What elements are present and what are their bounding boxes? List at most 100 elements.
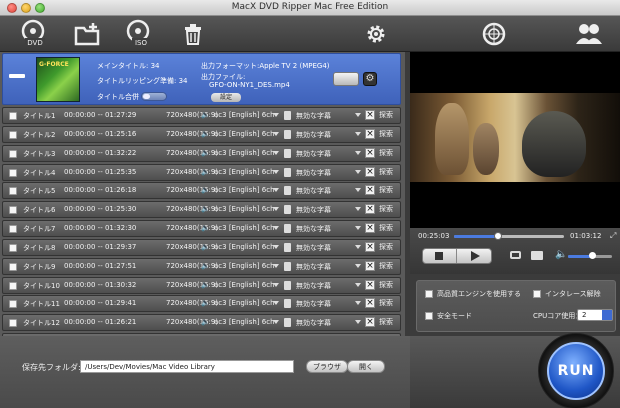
row-subtitle[interactable]: 無効な字幕 xyxy=(296,224,331,234)
cpu-core-select[interactable]: 2 xyxy=(577,309,613,321)
subtitle-dropdown-icon[interactable] xyxy=(355,188,361,193)
title-row[interactable]: タイトル1 00:00:00 -- 01:27:29 720x480(16:9) 🔈 a… xyxy=(2,107,401,124)
row-audio-track[interactable]: ac3 [English] 6ch xyxy=(214,281,275,289)
remove-subtitle-icon[interactable]: × xyxy=(365,260,375,271)
row-audio-track[interactable]: ac3 [English] 6ch xyxy=(214,243,275,251)
row-search[interactable]: 探索 xyxy=(379,280,393,290)
row-subtitle[interactable]: 無効な字幕 xyxy=(296,299,331,309)
open-folder-button[interactable]: 開く xyxy=(347,360,385,373)
remove-subtitle-icon[interactable]: × xyxy=(365,147,375,158)
remove-subtitle-icon[interactable]: × xyxy=(365,279,375,290)
play-button[interactable] xyxy=(458,249,492,263)
row-checkbox[interactable] xyxy=(9,187,17,196)
row-search[interactable]: 探索 xyxy=(379,223,393,233)
row-search[interactable]: 探索 xyxy=(379,110,393,120)
format-settings-gear-icon[interactable]: ⚙ xyxy=(363,72,377,86)
audio-dropdown-icon[interactable] xyxy=(273,169,279,174)
remove-subtitle-icon[interactable]: × xyxy=(365,128,375,139)
hq-engine-checkbox[interactable] xyxy=(425,290,433,298)
row-search[interactable]: 探索 xyxy=(379,317,393,327)
volume-icon[interactable]: 🔈 xyxy=(555,249,567,260)
row-checkbox[interactable] xyxy=(9,206,17,215)
settings-button[interactable] xyxy=(362,19,390,49)
remove-subtitle-icon[interactable]: × xyxy=(365,298,375,309)
row-subtitle[interactable]: 無効な字幕 xyxy=(296,168,331,178)
row-subtitle[interactable]: 無効な字幕 xyxy=(296,130,331,140)
title-row[interactable]: タイトル6 00:00:00 -- 01:25:30 720x480(16:9) 🔈 a… xyxy=(2,201,401,219)
row-search[interactable]: 探索 xyxy=(379,204,393,214)
title-row[interactable]: タイトル9 00:00:00 -- 01:27:51 720x480(16:9) 🔈 a… xyxy=(2,257,401,275)
row-subtitle[interactable]: 無効な字幕 xyxy=(296,262,331,272)
title-row[interactable]: タイトル7 00:00:00 -- 01:32:30 720x480(16:9) 🔈 a… xyxy=(2,220,401,238)
row-checkbox[interactable] xyxy=(9,168,17,177)
subtitle-dropdown-icon[interactable] xyxy=(355,282,361,287)
subtitle-dropdown-icon[interactable] xyxy=(355,169,361,174)
title-row[interactable]: タイトル2 00:00:00 -- 01:25:16 720x480(16:9) 🔈 a… xyxy=(2,125,401,143)
audio-dropdown-icon[interactable] xyxy=(273,131,279,136)
subtitle-dropdown-icon[interactable] xyxy=(355,226,361,231)
audio-dropdown-icon[interactable] xyxy=(273,188,279,193)
audio-dropdown-icon[interactable] xyxy=(273,226,279,231)
row-checkbox[interactable] xyxy=(9,243,17,252)
audio-dropdown-icon[interactable] xyxy=(273,244,279,249)
row-subtitle[interactable]: 無効な字幕 xyxy=(296,318,331,328)
row-checkbox[interactable] xyxy=(9,300,17,309)
audio-dropdown-icon[interactable] xyxy=(273,207,279,212)
row-audio-track[interactable]: ac3 [English] 6ch xyxy=(214,205,275,213)
subtitle-dropdown-icon[interactable] xyxy=(355,301,361,306)
row-checkbox[interactable] xyxy=(9,319,17,328)
row-subtitle[interactable]: 無効な字幕 xyxy=(296,111,331,121)
title-row[interactable]: タイトル3 00:00:00 -- 01:32:22 720x480(16:9) 🔈 a… xyxy=(2,144,401,162)
audio-dropdown-icon[interactable] xyxy=(273,150,279,155)
subtitle-dropdown-icon[interactable] xyxy=(355,263,361,268)
row-search[interactable]: 探索 xyxy=(379,298,393,308)
load-iso-button[interactable]: ISO xyxy=(123,19,155,49)
row-audio-track[interactable]: ac3 [English] 6ch xyxy=(214,186,275,194)
row-checkbox[interactable] xyxy=(9,225,17,234)
audio-dropdown-icon[interactable] xyxy=(273,263,279,268)
row-audio-track[interactable]: ac3 [English] 6ch xyxy=(214,299,275,307)
safe-mode-option[interactable]: 安全モード xyxy=(425,311,472,321)
volume-handle[interactable] xyxy=(589,252,597,259)
load-folder-button[interactable] xyxy=(72,19,102,49)
row-search[interactable]: 探索 xyxy=(379,185,393,195)
hq-engine-option[interactable]: 高品質エンジンを使用する xyxy=(425,289,521,299)
title-row[interactable]: タイトル8 00:00:00 -- 01:29:37 720x480(16:9) 🔈 a… xyxy=(2,238,401,256)
safe-mode-checkbox[interactable] xyxy=(425,312,433,320)
row-subtitle[interactable]: 無効な字幕 xyxy=(296,149,331,159)
row-audio-track[interactable]: ac3 [English] 6ch xyxy=(214,111,275,119)
row-search[interactable]: 探索 xyxy=(379,129,393,139)
row-audio-track[interactable]: ac3 [English] 6ch xyxy=(214,130,275,138)
merge-titles-toggle[interactable] xyxy=(141,92,167,101)
audio-dropdown-icon[interactable] xyxy=(273,320,279,325)
row-checkbox[interactable] xyxy=(9,281,17,290)
remove-subtitle-icon[interactable]: × xyxy=(365,241,375,252)
deinterlace-option[interactable]: インタレース解除 xyxy=(533,289,601,299)
row-audio-track[interactable]: ac3 [English] 6ch xyxy=(214,262,275,270)
snapshot-camera-icon[interactable] xyxy=(510,251,521,259)
row-search[interactable]: 探索 xyxy=(379,148,393,158)
row-audio-track[interactable]: ac3 [English] 6ch xyxy=(214,149,275,157)
seek-handle[interactable] xyxy=(494,232,502,240)
audio-dropdown-icon[interactable] xyxy=(273,301,279,306)
browse-button[interactable]: ブラウザ xyxy=(306,360,348,373)
row-search[interactable]: 探索 xyxy=(379,167,393,177)
load-dvd-button[interactable]: DVD xyxy=(18,19,50,49)
remove-subtitle-icon[interactable]: × xyxy=(365,223,375,234)
row-subtitle[interactable]: 無効な字幕 xyxy=(296,186,331,196)
expand-icon[interactable]: ⤢ xyxy=(610,231,616,241)
remove-subtitle-icon[interactable]: × xyxy=(365,166,375,177)
subtitle-dropdown-icon[interactable] xyxy=(355,113,361,117)
row-search[interactable]: 探索 xyxy=(379,261,393,271)
row-subtitle[interactable]: 無効な字幕 xyxy=(296,243,331,253)
remove-subtitle-icon[interactable]: × xyxy=(365,110,375,120)
row-audio-track[interactable]: ac3 [English] 6ch xyxy=(214,318,275,326)
title-row[interactable]: タイトル5 00:00:00 -- 01:26:18 720x480(16:9) 🔈 a… xyxy=(2,182,401,200)
title-row[interactable]: タイトル12 00:00:00 -- 01:26:21 720x480(16:9) 🔈… xyxy=(2,314,401,332)
row-search[interactable]: 探索 xyxy=(379,242,393,252)
row-checkbox[interactable] xyxy=(9,262,17,271)
snapshot-folder-icon[interactable] xyxy=(531,251,543,260)
row-checkbox[interactable] xyxy=(9,112,17,120)
delete-button[interactable] xyxy=(180,19,206,49)
volume-slider[interactable] xyxy=(568,252,612,259)
